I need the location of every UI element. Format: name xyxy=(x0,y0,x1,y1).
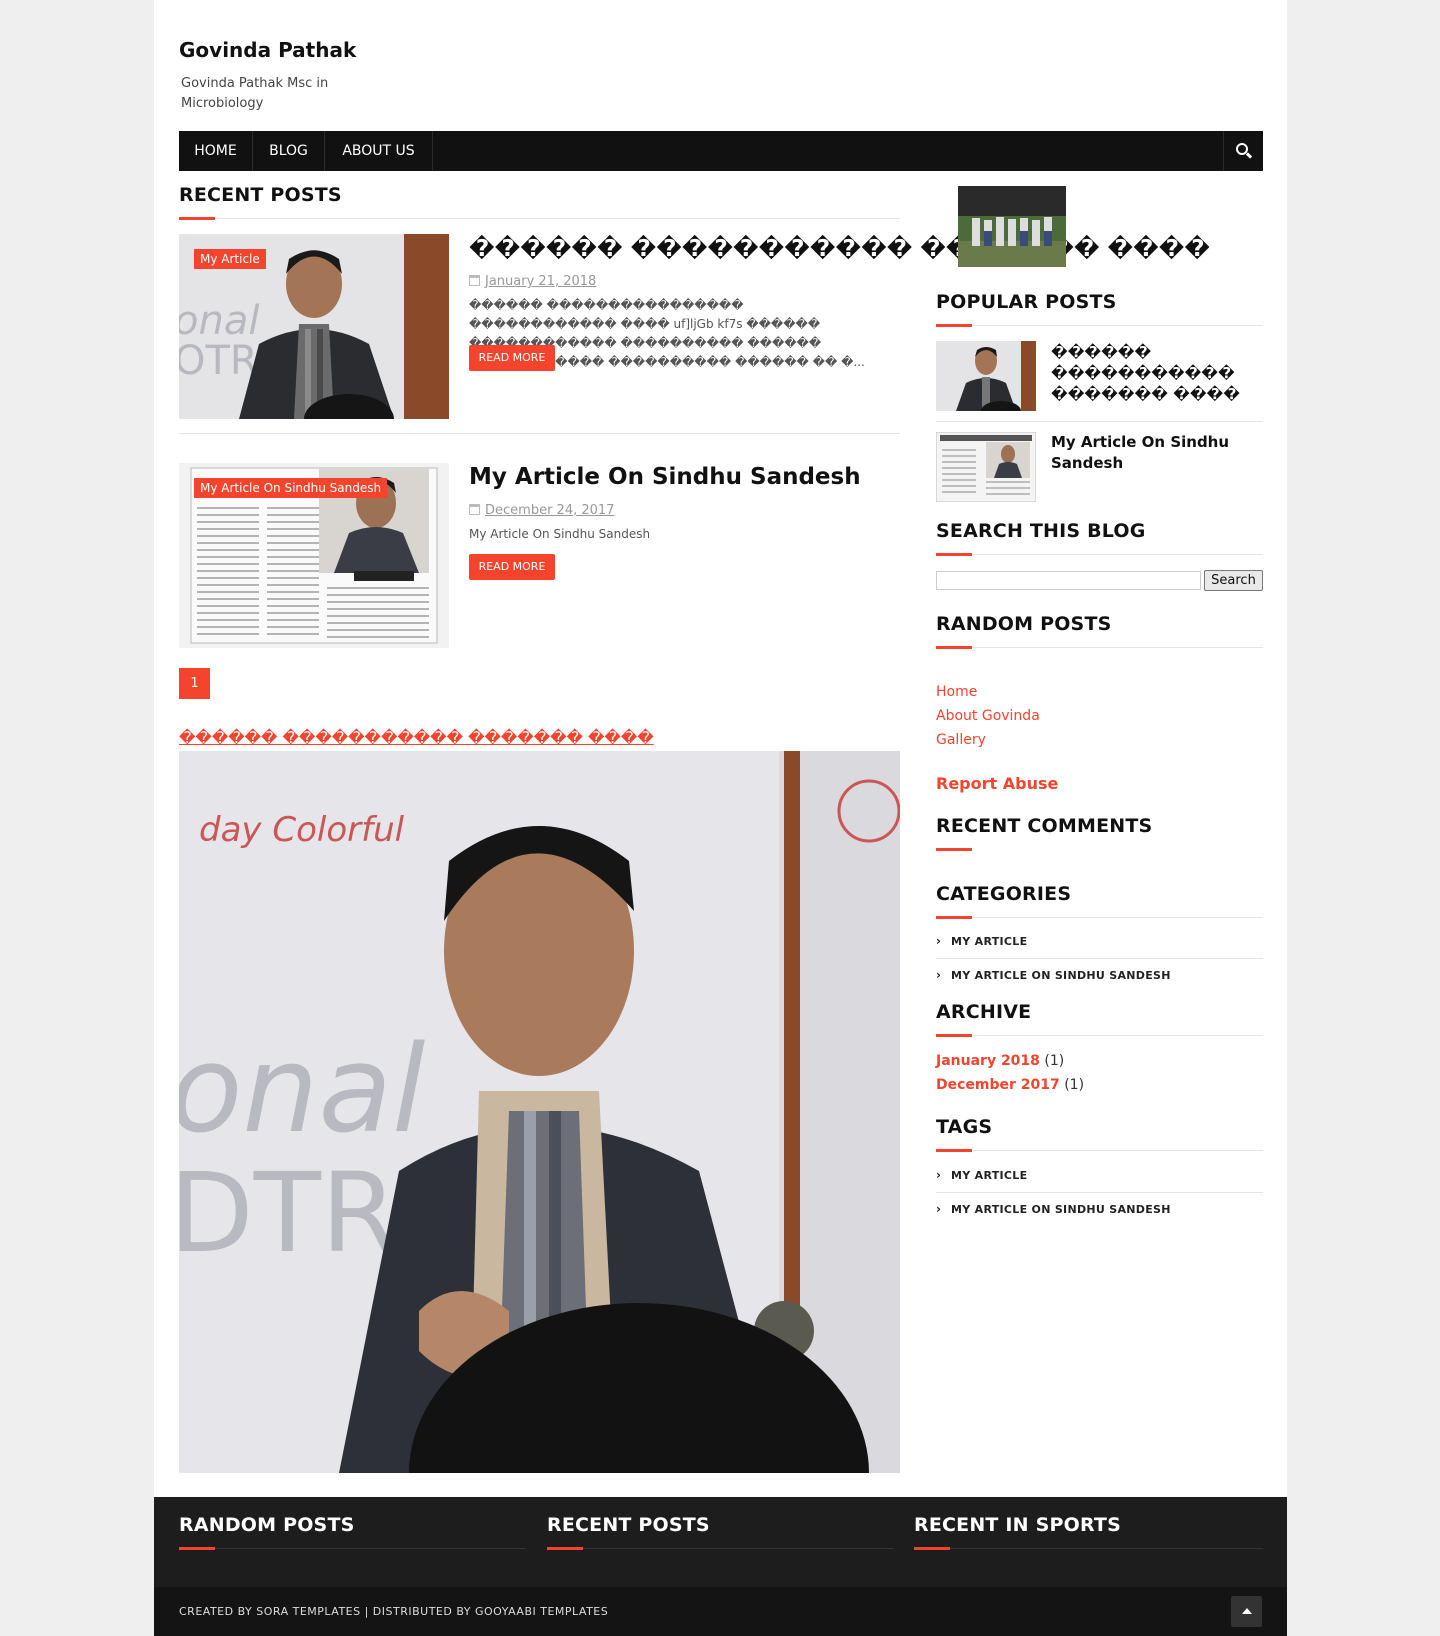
heading-accent xyxy=(914,1547,950,1550)
category-label: MY ARTICLE xyxy=(951,935,1028,948)
report-abuse-link[interactable]: Report Abuse xyxy=(936,774,1058,793)
heading-accent xyxy=(936,553,972,556)
site-title[interactable]: Govinda Pathak xyxy=(179,38,356,62)
popular-post-title[interactable]: ������ ����������� ������� ���� xyxy=(1051,342,1251,405)
calendar-icon xyxy=(469,275,480,286)
category-divider xyxy=(936,958,1263,959)
sidebar-link-about[interactable]: About Govinda xyxy=(936,708,1040,724)
heading-accent xyxy=(936,646,972,649)
tags-heading: TAGS xyxy=(936,1116,993,1138)
heading-line xyxy=(936,325,1263,326)
featured-post-image: day Colorful onal DTRE xyxy=(179,751,900,1473)
svg-text:onal: onal xyxy=(179,1021,425,1160)
category-label: MY ARTICLE ON SINDHU SANDESH xyxy=(951,969,1171,982)
read-more-button[interactable]: READ MORE xyxy=(469,554,555,580)
heading-accent xyxy=(936,1149,972,1152)
search-input[interactable] xyxy=(936,571,1201,590)
tag-divider xyxy=(936,1192,1263,1193)
footer-random-posts-heading: RANDOM POSTS xyxy=(179,1514,355,1536)
recent-comments-heading: RECENT COMMENTS xyxy=(936,815,1153,837)
sidebar-link-gallery[interactable]: Gallery xyxy=(936,732,986,748)
sidebar-link-home[interactable]: Home xyxy=(936,684,977,700)
archive-count: (1) xyxy=(1044,1053,1065,1069)
heading-line xyxy=(914,1548,1263,1549)
calendar-icon xyxy=(469,504,480,515)
post-date[interactable]: December 24, 2017 xyxy=(469,503,614,518)
heading-accent xyxy=(936,1034,972,1037)
page-wrapper: Govinda Pathak Govinda Pathak Msc in Mic… xyxy=(154,0,1287,1636)
post-category-label[interactable]: My Article xyxy=(194,249,266,269)
post-divider xyxy=(179,433,900,434)
heading-accent xyxy=(547,1547,583,1550)
chevron-right-icon: › xyxy=(936,934,942,948)
post-thumbnail[interactable]: My Article On Sindhu Sandesh xyxy=(179,463,449,648)
back-to-top-button[interactable] xyxy=(1231,1596,1262,1627)
tag-label: MY ARTICLE xyxy=(951,1169,1028,1182)
heading-line xyxy=(936,1035,1263,1036)
pagination-page[interactable]: 1 xyxy=(179,668,210,699)
popular-post-divider xyxy=(936,421,1263,422)
archive-link[interactable]: December 2017 xyxy=(936,1077,1060,1093)
nav-blog[interactable]: BLOG xyxy=(253,131,325,171)
post-title[interactable]: My Article On Sindhu Sandesh xyxy=(469,464,861,490)
post-category-label[interactable]: My Article On Sindhu Sandesh xyxy=(194,478,388,498)
category-item[interactable]: › MY ARTICLE xyxy=(936,934,1263,948)
tag-item[interactable]: › MY ARTICLE xyxy=(936,1168,1263,1182)
chevron-right-icon: › xyxy=(936,1202,942,1216)
recent-posts-heading: RECENT POSTS xyxy=(179,184,342,206)
heading-line xyxy=(547,1548,894,1549)
archive-item[interactable]: December 2017 (1) xyxy=(936,1077,1084,1093)
footer-credits[interactable]: CREATED BY SORA TEMPLATES | DISTRIBUTED … xyxy=(179,1605,608,1618)
popular-post-thumbnail[interactable] xyxy=(936,341,1036,411)
search-button[interactable]: Search xyxy=(1204,570,1263,591)
heading-line xyxy=(936,554,1263,555)
footer-bottom-bar: CREATED BY SORA TEMPLATES | DISTRIBUTED … xyxy=(154,1587,1287,1636)
categories-heading: CATEGORIES xyxy=(936,883,1072,905)
heading-line xyxy=(936,1150,1263,1151)
site-description: Govinda Pathak Msc in Microbiology xyxy=(181,76,329,111)
popular-posts-heading: POPULAR POSTS xyxy=(936,291,1117,313)
random-posts-heading: RANDOM POSTS xyxy=(936,613,1112,635)
heading-accent xyxy=(936,848,972,851)
nav-search-button[interactable] xyxy=(1223,131,1263,171)
archive-item[interactable]: January 2018 (1) xyxy=(936,1053,1064,1069)
heading-accent xyxy=(936,916,972,919)
heading-accent xyxy=(936,324,972,327)
svg-text:day Colorful: day Colorful xyxy=(199,810,405,850)
post-date[interactable]: January 21, 2018 xyxy=(469,274,596,289)
nav-about-us[interactable]: ABOUT US xyxy=(325,131,433,171)
archive-link[interactable]: January 2018 xyxy=(936,1053,1040,1069)
main-nav: HOME BLOG ABOUT US xyxy=(179,131,1263,171)
chevron-right-icon: › xyxy=(936,1168,942,1182)
post-title[interactable]: ������ ����������� ������� ���� xyxy=(469,236,1210,262)
popular-post-thumbnail[interactable] xyxy=(936,432,1036,502)
footer-recent-sports-heading: RECENT IN SPORTS xyxy=(914,1514,1121,1536)
post-thumbnail[interactable]: onal OTRE My Article xyxy=(179,234,449,419)
archive-heading: ARCHIVE xyxy=(936,1001,1032,1023)
nav-home[interactable]: HOME xyxy=(179,131,253,171)
heading-line xyxy=(179,218,900,219)
sidebar-photo[interactable] xyxy=(958,186,1066,267)
post-date-text: January 21, 2018 xyxy=(485,274,597,289)
heading-accent xyxy=(179,1547,215,1550)
post-snippet: My Article On Sindhu Sandesh xyxy=(469,527,651,541)
featured-post-link[interactable]: ������ ����������� ������� ���� xyxy=(179,728,654,747)
heading-accent xyxy=(179,217,215,220)
chevron-right-icon: › xyxy=(936,968,942,982)
site-header: Govinda Pathak Govinda Pathak Msc in Mic… xyxy=(179,38,356,114)
archive-count: (1) xyxy=(1064,1077,1085,1093)
read-more-button[interactable]: READ MORE xyxy=(469,345,555,371)
popular-post-title[interactable]: My Article On Sindhu Sandesh xyxy=(1051,432,1251,474)
arrow-up-icon xyxy=(1242,1608,1252,1614)
footer-recent-posts-heading: RECENT POSTS xyxy=(547,1514,710,1536)
heading-line xyxy=(936,917,1263,918)
search-blog-heading: SEARCH THIS BLOG xyxy=(936,520,1146,542)
heading-line xyxy=(179,1548,526,1549)
tag-item[interactable]: › MY ARTICLE ON SINDHU SANDESH xyxy=(936,1202,1263,1216)
heading-line xyxy=(936,647,1263,648)
post-date-text: December 24, 2017 xyxy=(485,503,615,518)
tag-label: MY ARTICLE ON SINDHU SANDESH xyxy=(951,1203,1171,1216)
category-item[interactable]: › MY ARTICLE ON SINDHU SANDESH xyxy=(936,968,1263,982)
